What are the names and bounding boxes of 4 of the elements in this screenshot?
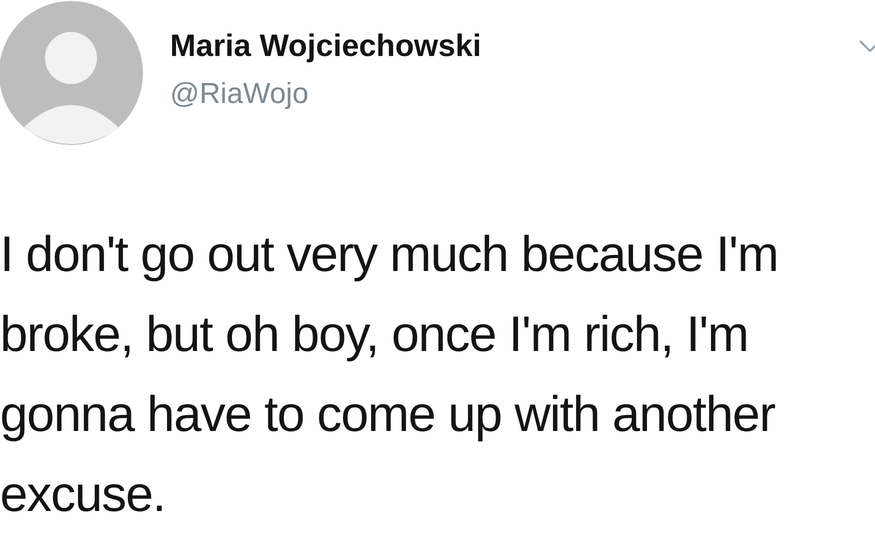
- author-handle: @RiaWojo: [170, 77, 310, 112]
- author-name: Maria Wojciechowski: [170, 27, 482, 65]
- chevron-down-icon[interactable]: [859, 40, 875, 54]
- tweet-text: I don't go out very much because I'm broke, but oh boy, once I'm rich, I'm gonna have to come up with another excuse.: [0, 225, 779, 524]
